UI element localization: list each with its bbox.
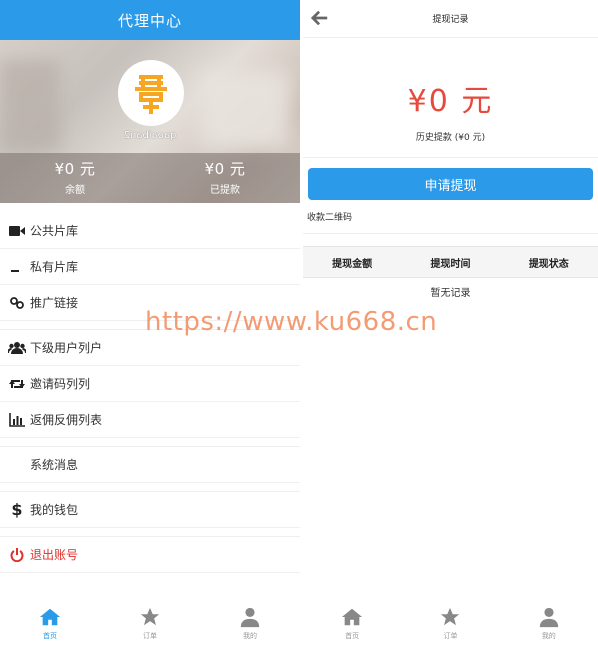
tab-home[interactable]: 首页 [303,598,401,653]
tab-mine[interactable]: 我的 [500,598,598,653]
divider [0,483,300,492]
menu-item-private-library[interactable]: 私有片库 [0,249,300,285]
dollar-icon: $ [11,500,23,519]
column-header: 提现时间 [430,258,471,270]
balance-bar: ¥0 元 余额 ¥0 元 已提款 [0,153,300,203]
menu-item-commission-list[interactable]: 返佣反佣列表 [0,402,300,438]
tab-label: 我的 [541,632,556,640]
back-arrow-icon[interactable] [311,9,329,27]
user-icon [539,607,558,628]
history-amount: 历史提款 (¥0 元) [415,133,486,143]
tab-label: 首页 [345,632,360,640]
apply-withdraw-button[interactable]: 申请提现 [308,168,593,200]
page-title: 代理中心 [0,0,300,40]
star-icon [140,607,160,626]
column-header: 提现金额 [332,258,373,270]
menu-item-label: 公共片库 [30,224,79,238]
withdraw-table: 提现金额 提现时间 提现状态 暂无记录 [303,246,598,299]
menu-item-label: 下级用户列户 [30,341,103,355]
divider [0,528,300,537]
home-icon [342,608,363,626]
menu-item-label: 推广链接 [30,296,79,310]
divider [0,438,300,447]
menu-item-invite-codes[interactable]: 邀请码列列 [0,366,300,402]
logout-button[interactable]: 退出账号 [0,537,300,573]
withdrawn-label: 已提款 [210,185,240,196]
menu-item-label: 系统消息 [30,458,79,472]
link-icon [8,295,26,311]
star-icon [441,607,460,626]
bar-chart-icon [8,412,26,428]
payment-qr-link[interactable]: 收款二维码 [303,200,598,234]
avatar-logo-icon [131,71,171,115]
username: qaoaiban2 [123,130,177,141]
page-title: 提现记录 [432,15,469,25]
tab-mine[interactable]: 我的 [200,598,300,653]
menu-item-wallet[interactable]: $ 我的钱包 [0,492,300,528]
video-icon [8,259,26,275]
empty-state: 暂无记录 [430,288,471,299]
menu-item-label: 退出账号 [30,548,79,562]
agent-menu: 公共片库 私有片库 推广链接 下级用户列户 邀请码列列 返佣反佣列表 系统消息 … [0,213,300,573]
menu-item-label: 私有片库 [30,260,79,274]
bottom-tabbar: 首页 订单 我的 [303,598,598,653]
tab-orders[interactable]: 订单 [100,598,200,653]
tab-home[interactable]: 首页 [0,598,100,653]
menu-item-label: 邀请码列列 [30,377,91,391]
tab-label: 订单 [143,632,157,640]
video-camera-icon [8,223,26,239]
users-icon [8,340,26,356]
balance-label: 余额 [65,185,85,196]
retweet-icon [8,376,26,392]
nav-bar: 提现记录 [303,0,598,38]
watermark-text: https://www.ku668.cn [145,307,438,337]
menu-item-label: 我的钱包 [30,503,79,517]
tab-label: 我的 [243,632,257,640]
power-icon [8,547,26,563]
tab-orders[interactable]: 订单 [401,598,499,653]
withdrawn-value: ¥0 元 [204,160,246,178]
message-icon [8,457,26,473]
home-icon [39,608,61,626]
profile-card: qaoaiban2 ¥0 元 余额 ¥0 元 已提款 [0,40,300,203]
tab-label: 订单 [443,632,458,640]
menu-item-label: 返佣反佣列表 [30,413,103,427]
withdrawn-block: ¥0 元 已提款 [150,153,300,203]
current-amount: ¥0 元 [407,84,494,119]
balance-block: ¥0 元 余额 [0,153,150,203]
user-icon [240,607,260,628]
column-header: 提现状态 [528,258,569,270]
amount-summary: ¥0 元 历史提款 (¥0 元) [303,38,598,158]
menu-item-system-messages[interactable]: 系统消息 [0,447,300,483]
table-header: 提现金额 提现时间 提现状态 [303,246,598,278]
balance-value: ¥0 元 [54,160,96,178]
avatar[interactable] [118,60,184,126]
bottom-tabbar: 首页 订单 我的 [0,598,300,653]
tab-label: 首页 [43,632,57,640]
menu-item-public-library[interactable]: 公共片库 [0,213,300,249]
